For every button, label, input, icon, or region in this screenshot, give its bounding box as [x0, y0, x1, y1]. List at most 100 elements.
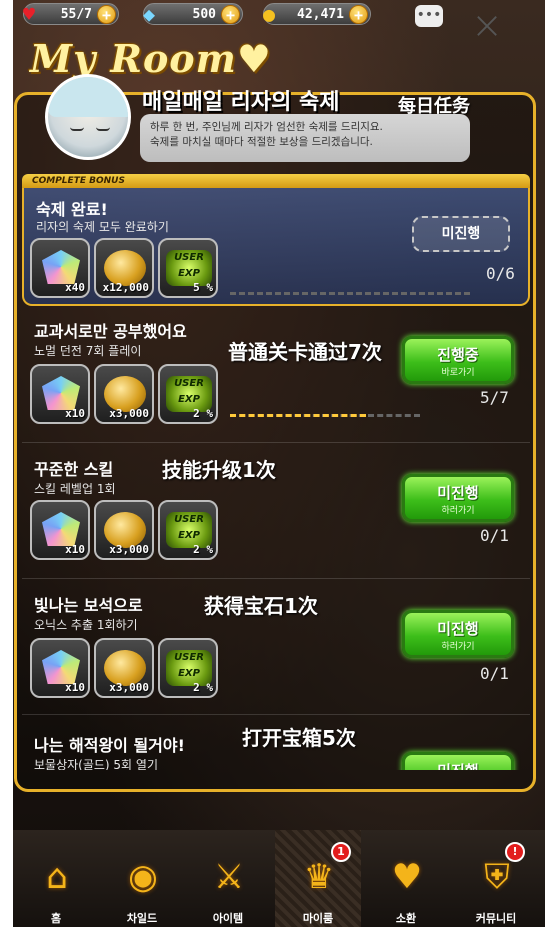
reward-count: x3,000	[109, 681, 149, 694]
mission-progress: 5/7	[480, 388, 509, 407]
reward-gem: x10	[30, 500, 90, 560]
mission-progress: 0/6	[486, 264, 515, 283]
mission-annotation: 获得宝石1次	[204, 594, 318, 618]
button-label: 미진행	[437, 620, 479, 638]
reward-count: x3,000	[109, 543, 149, 556]
mission-go-button[interactable]: 미진행 하러가기	[402, 474, 514, 522]
progress-track	[230, 414, 420, 418]
chat-button[interactable]: •••	[415, 5, 443, 27]
reward-gold: x3,000	[94, 638, 154, 698]
button-sublabel: 하러가기	[441, 506, 475, 516]
page-title: My Room♥	[30, 36, 272, 81]
mission-subtitle: 보물상자(골드) 5회 열기	[34, 758, 158, 770]
reward-count: 2 %	[193, 543, 213, 556]
gem-icon	[42, 250, 80, 284]
reward-exp: USER EXP 2 %	[158, 638, 218, 698]
close-button[interactable]: ×	[470, 6, 504, 44]
chat-icon: •••	[416, 7, 442, 23]
complete-bonus-header: COMPLETE BONUS	[22, 174, 530, 188]
mission-title: 교과서로만 공부했어요	[34, 322, 187, 341]
mission-status-button[interactable]: 미진행	[412, 216, 510, 252]
mission-annotation: 打开宝箱5次	[242, 726, 356, 750]
reward-exp: USER EXP 5 %	[158, 238, 218, 298]
close-icon: ×	[471, 3, 503, 47]
button-label: 미진행	[437, 484, 479, 502]
gems-counter: ◆ 500 +	[143, 2, 243, 26]
nav-label: 아이템	[212, 912, 244, 925]
button-sublabel: 바로가기	[441, 368, 475, 378]
mission-go-button[interactable]: 미진행 하러가기	[402, 610, 514, 658]
avatar-eye-left	[70, 127, 84, 131]
mission-title: 숙제 완료!	[36, 200, 108, 219]
mission-go-button[interactable]: 미진행	[402, 752, 514, 770]
status-bar: ♥ 55/7 + ◆ 500 + ● 42,471 + •••	[13, 0, 545, 30]
reward-gem: x40	[30, 238, 90, 298]
mission-annotation: 技能升级1次	[162, 458, 276, 482]
button-label: 진행중	[437, 346, 479, 364]
mission-annotation: 普通关卡通过7次	[228, 340, 382, 364]
daily-homework-title: 매일매일 리자의 숙제	[142, 90, 340, 115]
mission-subtitle: 스킬 레벨업 1회	[34, 482, 116, 496]
nav-label: 홈	[50, 912, 62, 925]
summon-icon: ♥	[391, 857, 423, 897]
gold-counter: ● 42,471 +	[263, 2, 371, 26]
gem-icon	[42, 376, 80, 410]
reward-count: 2 %	[193, 681, 213, 694]
nav-child[interactable]: ◉ 차일드	[99, 830, 185, 927]
gem-icon	[42, 512, 80, 546]
mission-subtitle: 노멀 던전 7회 플레이	[34, 344, 142, 358]
liza-avatar	[45, 74, 131, 160]
speech-bubble: 하루 한 번, 주인님께 리자가 엄선한 숙제를 드리지요. 숙제를 마치실 때…	[140, 114, 470, 162]
left-edge	[0, 0, 13, 927]
mission-treasure: 나는 해적왕이 될거야! 보물상자(골드) 5회 열기 打开宝箱5次 미진행	[22, 720, 530, 770]
button-sublabel: 하러가기	[441, 642, 475, 652]
nav-home[interactable]: ⌂ 홈	[13, 830, 99, 927]
mission-subtitle: 리자의 숙제 모두 완료하기	[36, 220, 169, 234]
mission-complete-bonus: 숙제 완료! 리자의 숙제 모두 완료하기 x40 x12,000 USER EX…	[22, 188, 530, 306]
nav-label: 차일드	[126, 912, 158, 925]
mission-title: 빛나는 보석으로	[34, 596, 143, 615]
reward-count: x12,000	[102, 281, 149, 294]
add-gems-button[interactable]: +	[221, 5, 240, 24]
gold-icon: ●	[262, 2, 276, 26]
nav-label: 마이룸	[302, 912, 334, 925]
myroom-icon: ♛	[303, 857, 335, 897]
reward-count: x10	[65, 681, 85, 694]
nav-summon[interactable]: ♥ 소환	[363, 830, 449, 927]
mission-progress: 0/1	[480, 526, 509, 545]
reward-count: 2 %	[193, 407, 213, 420]
avatar-eye-right	[96, 127, 110, 131]
notification-badge: 1	[331, 842, 351, 862]
nav-item[interactable]: ⚔ 아이템	[185, 830, 271, 927]
nav-label: 소환	[395, 912, 417, 925]
add-hearts-button[interactable]: +	[97, 5, 116, 24]
reward-gold: x3,000	[94, 364, 154, 424]
nav-myroom[interactable]: ♛ 마이룸 1	[275, 830, 361, 927]
gold-value: 42,471	[297, 6, 344, 22]
progress-track	[230, 292, 470, 296]
reward-exp: USER EXP 2 %	[158, 500, 218, 560]
reward-gem: x10	[30, 364, 90, 424]
heart-icon: ♥	[22, 2, 36, 26]
gem-icon: ◆	[142, 2, 156, 26]
button-label: 미진행	[405, 760, 511, 770]
divider	[22, 578, 530, 579]
gem-icon	[42, 650, 80, 684]
notification-badge: !	[505, 842, 525, 862]
mission-gem: 빛나는 보석으로 오닉스 추출 1회하기 获得宝石1次 x10 x3,000 U…	[22, 584, 530, 714]
avatar-hair	[48, 77, 128, 117]
mission-title: 나는 해적왕이 될거야!	[34, 736, 185, 755]
reward-count: 5 %	[193, 281, 213, 294]
reward-gem: x10	[30, 638, 90, 698]
reward-gold: x3,000	[94, 500, 154, 560]
reward-count: x10	[65, 407, 85, 420]
mission-go-button[interactable]: 진행중 바로가기	[402, 336, 514, 384]
mission-normal-dungeon: 교과서로만 공부했어요 노멀 던전 7회 플레이 普通关卡通过7次 x10 x3…	[22, 312, 530, 442]
divider	[22, 714, 530, 715]
bottom-nav: ⌂ 홈 ◉ 차일드 ⚔ 아이템 ♛ 마이룸 1 ♥ 소환 ⛨ 커뮤니티 !	[13, 830, 545, 927]
hearts-value: 55/7	[60, 6, 92, 22]
add-gold-button[interactable]: +	[349, 5, 368, 24]
nav-community[interactable]: ⛨ 커뮤니티 !	[453, 830, 539, 927]
mission-progress: 0/1	[480, 664, 509, 683]
reward-exp: USER EXP 2 %	[158, 364, 218, 424]
